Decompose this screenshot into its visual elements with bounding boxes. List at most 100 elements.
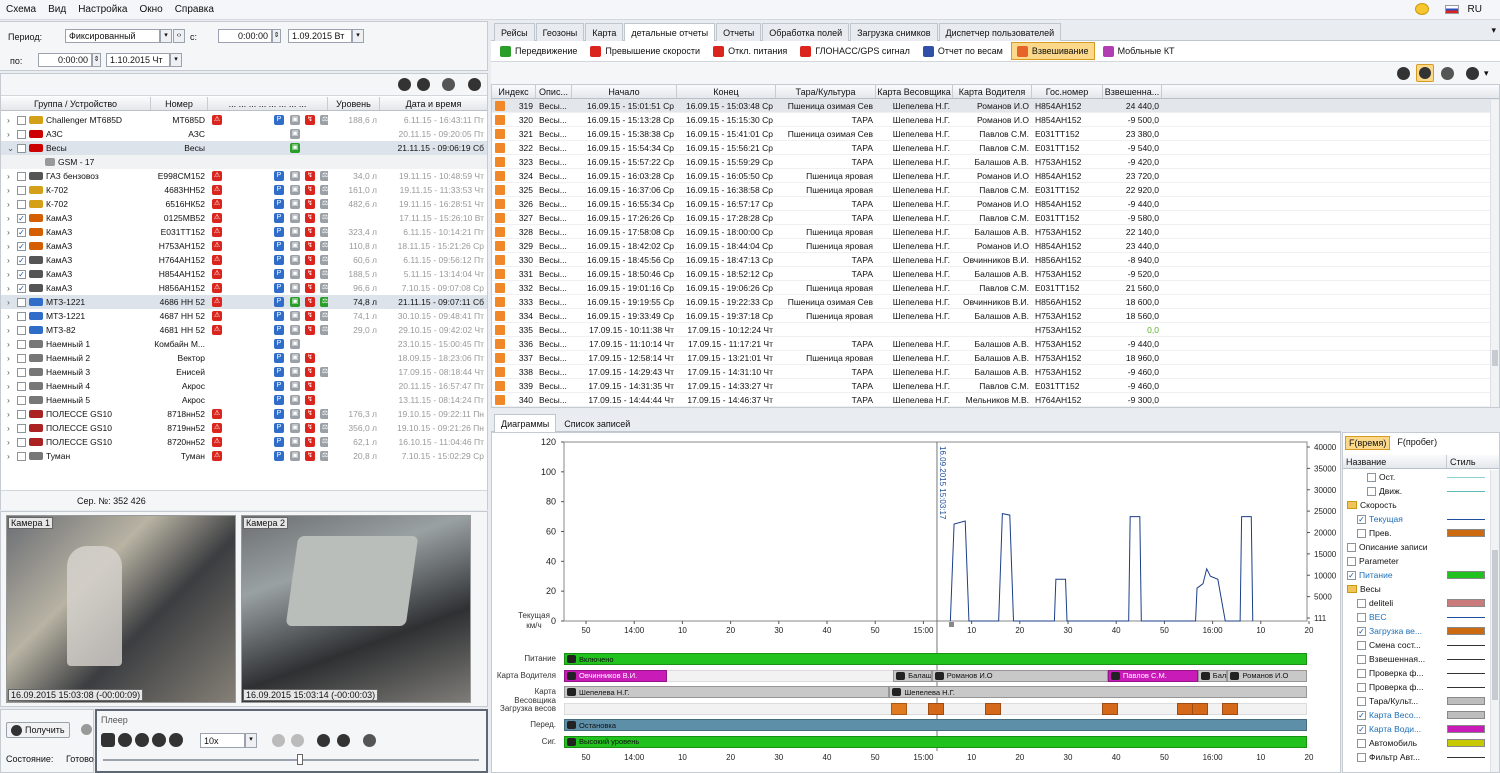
- legend-checkbox[interactable]: ✓: [1357, 626, 1366, 636]
- expand-icon[interactable]: ›: [7, 395, 17, 405]
- tab-main[interactable]: детальные отчеты: [624, 23, 716, 41]
- device-checkbox[interactable]: ✓: [17, 213, 26, 223]
- legend-checkbox[interactable]: [1357, 696, 1366, 706]
- legend-checkbox[interactable]: [1357, 654, 1366, 664]
- device-checkbox[interactable]: [17, 171, 26, 181]
- device-checkbox[interactable]: [17, 409, 26, 419]
- device-checkbox[interactable]: [17, 199, 26, 209]
- report-row[interactable]: 321 Весы... 16.09.15 - 15:38:38 Ср 16.09.15…: [492, 127, 1499, 141]
- tab-main[interactable]: Диспетчер пользователей: [938, 23, 1062, 41]
- expand-icon[interactable]: ›: [7, 423, 17, 433]
- expand-icon[interactable]: ›: [7, 185, 17, 195]
- period-mode-dropdown[interactable]: ▾: [160, 29, 172, 43]
- legend-row[interactable]: Фильтр Авт...: [1343, 750, 1489, 764]
- tab-diagrams[interactable]: Диаграммы: [494, 414, 557, 432]
- expand-icon[interactable]: ›: [7, 367, 17, 377]
- lane-bar[interactable]: Остановка: [564, 719, 1307, 731]
- legend-checkbox[interactable]: [1357, 612, 1366, 622]
- report-row[interactable]: 322 Весы... 16.09.15 - 15:54:34 Ср 16.09.15…: [492, 141, 1499, 155]
- device-row[interactable]: › ПОЛЕССЕ GS10 8718нн52 ⚠ P ▣ ↯ ⚖ 176,3 л 19.10.1…: [1, 407, 487, 421]
- lane-bar[interactable]: [890, 702, 907, 715]
- report-row[interactable]: 320 Весы... 16.09.15 - 15:13:28 Ср 16.09.15…: [492, 113, 1499, 127]
- legend-checkbox[interactable]: [1357, 598, 1366, 608]
- legend-row[interactable]: Прев.: [1343, 526, 1489, 540]
- report-type-button[interactable]: Откл. питания: [708, 42, 792, 60]
- expand-icon[interactable]: ›: [7, 451, 17, 461]
- th-index[interactable]: Индекс: [492, 85, 536, 98]
- legend-row[interactable]: ✓ Загрузка ве...: [1343, 624, 1489, 638]
- expand-icon[interactable]: ›: [7, 409, 17, 419]
- device-checkbox[interactable]: [17, 367, 26, 377]
- record-icon[interactable]: [291, 734, 304, 747]
- report-scroll-thumb[interactable]: [1492, 350, 1498, 366]
- th-plate[interactable]: Гос.номер: [1032, 85, 1103, 98]
- report-eject-icon[interactable]: [1466, 67, 1479, 80]
- device-row[interactable]: › ✓ КамАЗ 0125МВ52 ⚠ P ▣ ↯ ⚖ 17.11.15 - 15:26:10 …: [1, 211, 487, 225]
- th-description[interactable]: Опис...: [536, 85, 572, 98]
- report-row[interactable]: 338 Весы... 17.09.15 - 14:29:43 Чт 17.09.15…: [492, 365, 1499, 379]
- device-row[interactable]: GSM - 17: [1, 155, 487, 169]
- device-checkbox[interactable]: [17, 325, 26, 335]
- device-checkbox[interactable]: [17, 437, 26, 447]
- expand-icon[interactable]: ›: [7, 213, 17, 223]
- device-checkbox[interactable]: [17, 143, 26, 153]
- report-row[interactable]: 324 Весы... 16.09.15 - 16:03:28 Ср 16.09.15…: [492, 169, 1499, 183]
- language-selector[interactable]: RU: [1439, 4, 1494, 15]
- lane-bar[interactable]: Овчинников В.И.: [564, 669, 667, 682]
- report-row[interactable]: 325 Весы... 16.09.15 - 16:37:06 Ср 16.09.15…: [492, 183, 1499, 197]
- device-row[interactable]: › МТЗ-1221 4687 HH 52 ⚠ P ▣ ↯ ⚖ 74,1 л 30.10.15 -…: [1, 309, 487, 323]
- tab-f-time[interactable]: F(время): [1345, 436, 1391, 450]
- legend-checkbox[interactable]: [1347, 542, 1356, 552]
- device-row[interactable]: › Наемный 1 Комбайн М... P ▣ 23.10.15 - 15:00…: [1, 337, 487, 351]
- device-row[interactable]: › ✓ КамАЗ H854AH152 ⚠ P ▣ ↯ ⚖ 188,5 л 5.11.15 - 13…: [1, 267, 487, 281]
- tabs-menu-icon[interactable]: ▾: [1491, 25, 1496, 36]
- lane-bar[interactable]: Павлов С.М.: [1107, 669, 1198, 682]
- legend-checkbox[interactable]: ✓: [1347, 570, 1356, 580]
- device-row[interactable]: › МТЗ-1221 4686 HH 52 ⚠ P ▣ ↯ ⚖ 74,8 л 21.11.15 -…: [1, 295, 487, 309]
- to-time-spin[interactable]: ⇕: [92, 53, 101, 67]
- legend-row[interactable]: Описание записи: [1343, 540, 1489, 554]
- legend-col-style[interactable]: Стиль: [1447, 455, 1499, 468]
- report-more-icon[interactable]: ▾: [1484, 68, 1489, 79]
- camera-1-view[interactable]: Камера 1 16.09.2015 15:03:08 (-00:00:09): [6, 515, 236, 703]
- legend-row[interactable]: ✓ Карта Весо...: [1343, 708, 1489, 722]
- eject-icon[interactable]: [468, 78, 481, 91]
- report-row[interactable]: 336 Весы... 17.09.15 - 11:10:14 Чт 17.09.15…: [492, 337, 1499, 351]
- report-type-button[interactable]: Мобльные КТ: [1098, 42, 1180, 60]
- device-checkbox[interactable]: [17, 353, 26, 363]
- loop-icon[interactable]: [272, 734, 285, 747]
- legend-checkbox[interactable]: [1347, 556, 1356, 566]
- legend-row[interactable]: Ост.: [1343, 470, 1489, 484]
- parking-icon[interactable]: [317, 734, 330, 747]
- device-checkbox[interactable]: ✓: [17, 241, 26, 251]
- col-datetime[interactable]: Дата и время: [380, 97, 487, 110]
- play-button-icon[interactable]: [135, 733, 149, 747]
- th-start[interactable]: Начало: [572, 85, 677, 98]
- device-row[interactable]: › АЗС АЗС ▣ 20.11.15 - 09:20:05 Пт: [1, 127, 487, 141]
- device-row[interactable]: › ПОЛЕССЕ GS10 8720нн52 ⚠ P ▣ ↯ ⚖ 62,1 л 16.10.15…: [1, 435, 487, 449]
- stop-icon[interactable]: [81, 724, 92, 735]
- device-row[interactable]: › ✓ КамАЗ H764AH152 ⚠ P ▣ ↯ ⚖ 60,6 л 6.11.15 - 09:…: [1, 253, 487, 267]
- th-weight[interactable]: Взвешенна...: [1103, 85, 1162, 98]
- player-slider-thumb[interactable]: [297, 754, 303, 765]
- col-level[interactable]: Уровень: [328, 97, 380, 110]
- legend-row[interactable]: Весы: [1343, 582, 1489, 596]
- menu-item[interactable]: Окно: [133, 4, 168, 15]
- skip-end-icon[interactable]: [169, 733, 183, 747]
- tab-record-list[interactable]: Список записей: [557, 414, 637, 432]
- lane-bar[interactable]: Включено: [564, 653, 1307, 665]
- device-checkbox[interactable]: [17, 297, 26, 307]
- legend-checkbox[interactable]: [1357, 752, 1366, 762]
- th-driver-card[interactable]: Карта Водителя: [953, 85, 1032, 98]
- expand-icon[interactable]: ›: [7, 353, 17, 363]
- tab-main[interactable]: Геозоны: [535, 23, 585, 41]
- legend-row[interactable]: ✓ Питание: [1343, 568, 1489, 582]
- report-row[interactable]: 333 Весы... 16.09.15 - 19:19:55 Ср 16.09.15…: [492, 295, 1499, 309]
- to-time-field[interactable]: 0:00:00: [38, 53, 92, 67]
- report-type-button[interactable]: ГЛОНАСС/GPS сигнал: [795, 42, 915, 60]
- legend-row[interactable]: Смена сост...: [1343, 638, 1489, 652]
- period-shift-button[interactable]: ‹›: [173, 29, 185, 43]
- device-checkbox[interactable]: ✓: [17, 269, 26, 279]
- to-date-dropdown[interactable]: ▾: [170, 53, 182, 67]
- filter-icon[interactable]: [1397, 67, 1410, 80]
